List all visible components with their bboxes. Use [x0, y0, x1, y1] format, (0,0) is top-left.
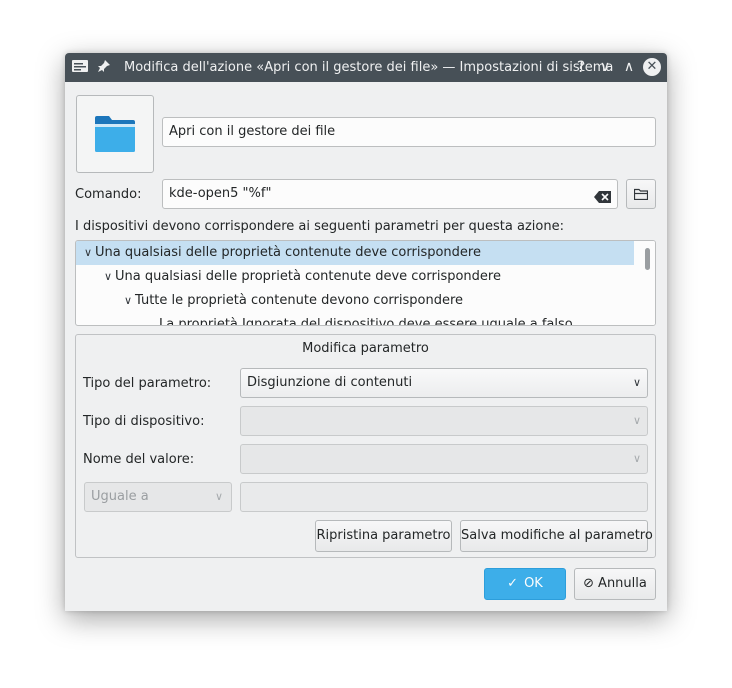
- app-icon[interactable]: [71, 59, 89, 75]
- value-name-select[interactable]: ∨: [240, 444, 648, 474]
- clear-text-icon[interactable]: [594, 187, 612, 203]
- edit-parameter-group: Modifica parametro Tipo del parametro: D…: [75, 334, 656, 558]
- minimize-icon[interactable]: ∨: [598, 59, 612, 75]
- device-type-label: Tipo di dispositivo:: [83, 414, 205, 429]
- tree-row[interactable]: La proprietà Ignorata del dispositivo de…: [76, 313, 573, 325]
- action-icon-button[interactable]: [76, 95, 154, 173]
- compare-select[interactable]: Uguale a ∨: [84, 482, 232, 512]
- chevron-down-icon[interactable]: ∨: [81, 241, 95, 265]
- chevron-down-icon: ∨: [632, 452, 641, 465]
- tree-scrollbar[interactable]: [635, 241, 655, 325]
- group-title: Modifica parametro: [302, 341, 429, 356]
- chevron-down-icon: ∨: [632, 376, 641, 389]
- command-value: kde-open5 "%f": [169, 186, 272, 201]
- tree-row[interactable]: ∨ Una qualsiasi delle proprietà contenute…: [76, 265, 501, 289]
- title-bar[interactable]: Modifica dell'azione «Apri con il gestor…: [65, 53, 667, 82]
- dialog-window: Modifica dell'azione «Apri con il gestor…: [65, 53, 667, 611]
- ok-button[interactable]: ✓ OK: [484, 568, 566, 600]
- pin-icon[interactable]: [96, 59, 112, 75]
- tree-row[interactable]: ∨ Una qualsiasi delle proprietà contenute…: [76, 241, 634, 265]
- command-label: Comando:: [75, 187, 142, 202]
- action-name-input[interactable]: Apri con il gestore dei file: [162, 117, 656, 147]
- compare-value-input[interactable]: [240, 482, 648, 512]
- help-icon[interactable]: ?: [574, 59, 588, 75]
- window-title: Modifica dell'azione «Apri con il gestor…: [124, 60, 614, 75]
- reset-parameter-button[interactable]: Ripristina parametro: [315, 520, 452, 552]
- browse-folder-button[interactable]: [626, 179, 656, 209]
- conditions-tree[interactable]: ∨ Una qualsiasi delle proprietà contenute…: [75, 240, 656, 326]
- param-type-select[interactable]: Disgiunzione di contenuti ∨: [240, 368, 648, 398]
- save-parameter-button[interactable]: Salva modifiche al parametro: [460, 520, 653, 552]
- device-type-select[interactable]: ∨: [240, 406, 648, 436]
- close-icon[interactable]: ✕: [643, 58, 661, 76]
- check-icon: ✓: [507, 576, 519, 591]
- cancel-icon: ⊘: [583, 576, 595, 591]
- folder-icon: [95, 116, 135, 152]
- devices-description: I dispositivi devono corrispondere ai se…: [75, 219, 564, 234]
- chevron-down-icon: ∨: [214, 490, 223, 503]
- command-input[interactable]: kde-open5 "%f": [162, 179, 618, 209]
- tree-row[interactable]: ∨ Tutte le proprietà contenute devono cor…: [76, 289, 463, 313]
- scrollbar-thumb[interactable]: [645, 248, 650, 270]
- chevron-down-icon[interactable]: ∨: [101, 265, 115, 289]
- chevron-down-icon: ∨: [632, 414, 641, 427]
- value-name-label: Nome del valore:: [83, 452, 195, 467]
- chevron-down-icon[interactable]: ∨: [121, 289, 135, 313]
- maximize-icon[interactable]: ∧: [622, 59, 636, 75]
- open-folder-icon: [634, 188, 648, 200]
- param-type-label: Tipo del parametro:: [83, 376, 212, 391]
- cancel-button[interactable]: ⊘ Annulla: [574, 568, 656, 600]
